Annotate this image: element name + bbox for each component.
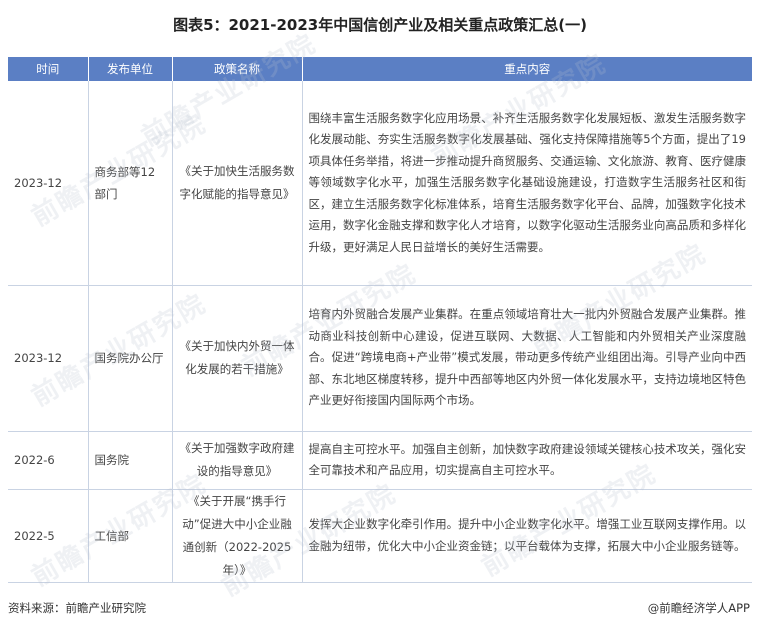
table-row: 2022-5 工信部 《关于开展“携手行动”促进大中小企业融通创新（2022-2… [8,489,752,583]
cell-unit: 工信部 [88,489,173,583]
cell-time: 2022-5 [8,489,89,583]
cell-policy-name: 《关于加快生活服务数字化赋能的指导意见》 [172,81,303,286]
policy-table: 时间 发布单位 政策名称 重点内容 2023-12 商务部等12部门 《关于加快… [8,57,752,583]
header-content: 重点内容 [302,57,752,81]
cell-policy-name: 《关于开展“携手行动”促进大中小企业融通创新（2022-2025年）》 [172,489,303,583]
cell-unit: 商务部等12部门 [88,81,173,286]
cell-time: 2023-12 [8,285,89,432]
table-row: 2023-12 商务部等12部门 《关于加快生活服务数字化赋能的指导意见》 围绕… [8,81,752,286]
brand-note: @前瞻经济学人APP [647,601,750,615]
header-time: 时间 [8,57,89,81]
header-policy-name: 政策名称 [172,57,303,81]
cell-policy-name: 《关于加强数字政府建设的指导意见》 [172,431,303,490]
cell-policy-name: 《关于加快内外贸一体化发展的若干措施》 [172,285,303,432]
table-row: 2022-6 国务院 《关于加强数字政府建设的指导意见》 提高自主可控水平。加强… [8,431,752,490]
cell-content: 发挥大企业数字化牵引作用。提升中小企业数字化水平。增强工业互联网支撑作用。以金融… [302,489,752,583]
chart-title: 图表5：2021-2023年中国信创产业及相关重点政策汇总(一) [173,15,587,34]
cell-content: 培育内外贸融合发展产业集群。在重点领域培育壮大一批内外贸融合发展产业集群。推动商… [302,285,752,432]
source-note: 资料来源：前瞻产业研究院 [8,601,146,615]
table-row: 2023-12 国务院办公厅 《关于加快内外贸一体化发展的若干措施》 培育内外贸… [8,285,752,432]
cell-unit: 国务院 [88,431,173,490]
cell-time: 2022-6 [8,431,89,490]
cell-content: 围绕丰富生活服务数字化应用场景、补齐生活服务数字化发展短板、激发生活服务数字化发… [302,81,752,286]
header-unit: 发布单位 [88,57,173,81]
cell-time: 2023-12 [8,81,89,286]
table-header-row: 时间 发布单位 政策名称 重点内容 [8,57,752,81]
cell-content: 提高自主可控水平。加强自主创新，加快数字政府建设领域关键核心技术攻关，强化安全可… [302,431,752,490]
cell-unit: 国务院办公厅 [88,285,173,432]
